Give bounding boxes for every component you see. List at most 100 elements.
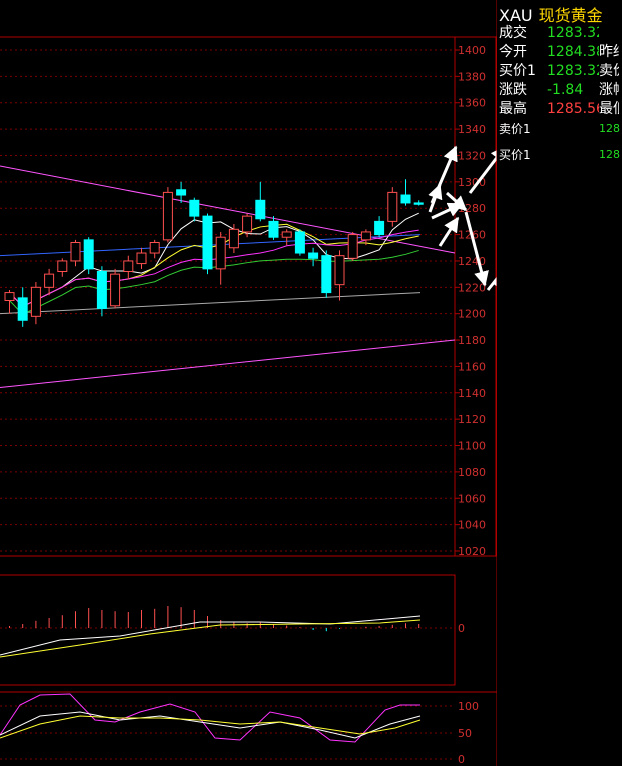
candle [347,231,358,261]
y-tick-label: 1340 [458,123,486,136]
quote-value: 1283.32 [547,63,599,79]
candle [387,187,398,227]
macd-frame [0,574,456,686]
quote-label: 买价1 [499,63,536,79]
candle [215,231,226,285]
kdj-tick-label: 50 [458,727,472,740]
candle [202,213,213,275]
candle [110,268,121,309]
trendlines [0,165,456,389]
ask-value: 128 [599,122,620,135]
candle [400,179,411,206]
bid-value: 128 [599,148,620,161]
bid-label: 买价1 [499,148,531,162]
candle [44,268,55,296]
trendline-down [0,165,456,254]
candle-body [83,239,94,270]
candle-body [387,191,398,222]
candle-body [30,286,41,317]
candle [374,216,385,238]
candle-body [281,231,292,238]
bid-row: 买价1 [499,146,531,163]
candle [334,250,345,301]
candle [17,287,28,327]
ask-label: 卖价1 [499,122,531,136]
quote-row: 涨跌 -1.84 涨幅 [499,81,619,99]
quote-value: -1.84 [547,82,584,98]
quote-row: 今开 1284.38昨结 [499,43,619,61]
candles [4,179,424,327]
y-tick-label: 1400 [458,44,486,57]
kdj-tick-label: 100 [458,700,479,713]
candle [189,197,200,222]
y-tick-label: 1040 [458,519,486,532]
y-tick-label: 1100 [458,440,486,453]
candle [30,282,41,325]
macd-panel: 0 [0,574,465,686]
main-frame [0,36,497,557]
y-tick-label: 1080 [458,466,486,479]
y-tick-label: 1020 [458,545,486,558]
main-grid [0,36,497,557]
candle [57,258,68,277]
y-tick-label: 1120 [458,413,486,426]
macd-dea-line [0,619,421,658]
kdj-panel: 100 50 0 [0,691,498,766]
candle-body [176,189,187,196]
symbol: XAU [499,6,533,25]
candle [136,247,147,269]
candle-body [215,236,226,270]
quote-label2: 昨结 [599,44,619,60]
annotation-arrow [464,211,489,287]
main-axis: 1400138013601340132013001280126012401220… [454,37,486,558]
y-tick-label: 1140 [458,387,486,400]
quote-label: 成交 [499,25,527,41]
candle [268,216,279,240]
candle-body [162,191,173,241]
candle-body [149,241,160,254]
candle-body [360,231,371,241]
candle-body [268,220,279,238]
ask-row: 卖价1 [499,120,531,137]
y-tick-label: 1180 [458,334,486,347]
quote-label: 涨跌 [499,82,527,98]
macd-dif-line [0,615,421,656]
candle-body [57,260,68,272]
trendline-up [0,339,456,389]
candle-body [294,231,305,254]
quote-row: 买价1 1283.32卖价 [499,62,619,80]
candle-body [110,273,121,307]
candle [4,289,15,314]
quote-label2: 涨幅 [599,82,619,98]
y-tick-label: 1320 [458,149,486,162]
candle-body [321,255,332,294]
y-tick-label: 1220 [458,281,486,294]
quote-value: 1283.32 [547,25,599,41]
quote-label2: 卖价 [599,63,619,79]
quote-value: 1284.38 [547,44,599,60]
quote-row: 最高 1285.56最低 [499,100,619,118]
candle [149,239,160,259]
kdj-tick-label: 0 [458,753,465,766]
candle-body [4,292,15,302]
ma120-line [0,292,421,315]
quote-row: 成交 1283.32 [499,24,619,42]
candle-body [96,270,107,309]
y-tick-label: 1160 [458,360,486,373]
candle-body [308,252,319,259]
quote-label: 最高 [499,101,527,117]
kdj-j-line [0,693,420,743]
candle [308,247,319,267]
candle [162,187,173,243]
kdj-k-line [0,711,421,739]
moving-average-lines [9,212,419,315]
y-tick-label: 1200 [458,308,486,321]
candle-body [400,194,411,204]
instrument-name: 现货黄金 [538,6,603,25]
candle [83,237,94,275]
candle-body [136,252,147,265]
y-tick-label: 1280 [458,202,486,215]
panel-title: XAU 现货黄金 [499,2,603,26]
candle-body [413,202,424,205]
candle [255,181,266,222]
